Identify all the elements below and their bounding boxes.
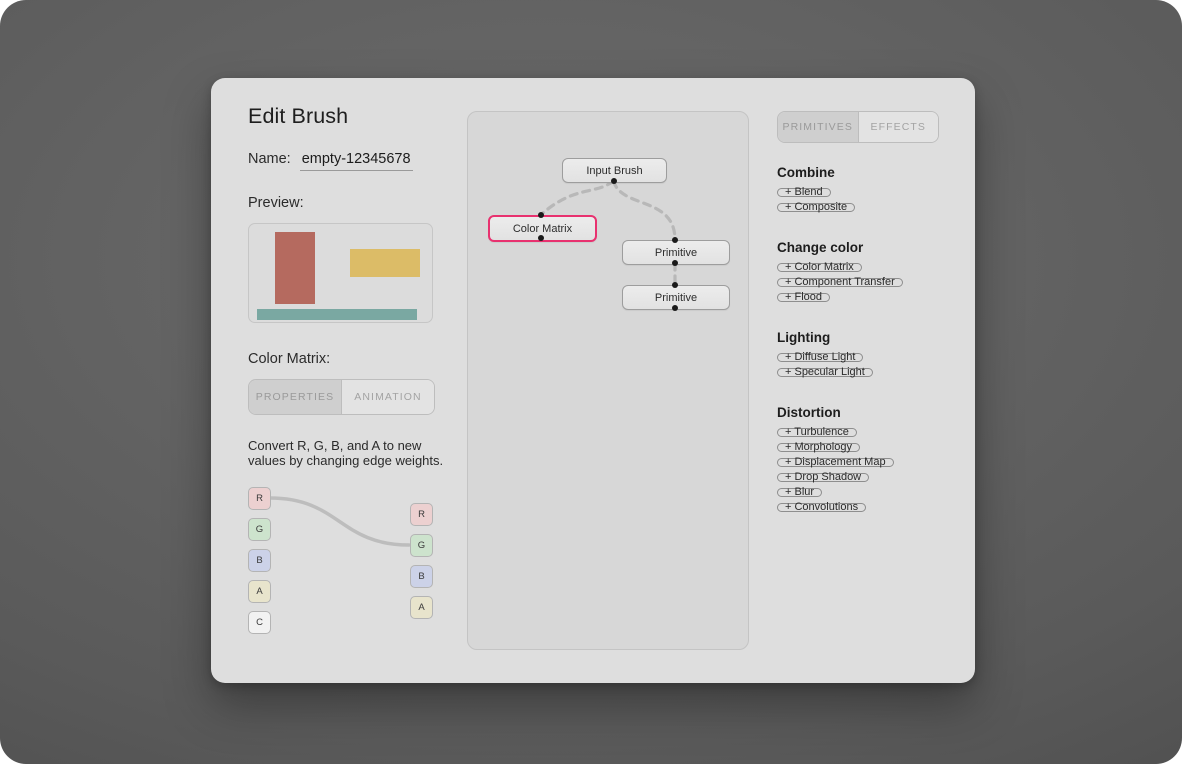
channel-input-r[interactable]: R <box>248 487 271 511</box>
add-primitive-color-matrix-button[interactable]: + Color Matrix <box>777 262 862 273</box>
page-title: Edit Brush <box>248 104 349 128</box>
add-primitive-composite-button[interactable]: + Composite <box>777 202 856 213</box>
add-primitive-diffuse-light-button[interactable]: + Diffuse Light <box>777 352 864 363</box>
tab-properties[interactable]: PROPERTIES <box>249 380 341 414</box>
name-label: Name: <box>248 151 291 167</box>
add-primitive-blend-button[interactable]: + Blend <box>777 187 831 198</box>
library-tabs: PRIMITIVES EFFECTS <box>777 111 939 143</box>
add-primitive-component-transfer-button[interactable]: + Component Transfer <box>777 277 903 288</box>
channel-input-b[interactable]: B <box>248 549 271 573</box>
library-item-row: + Flood <box>777 292 945 308</box>
channel-weight-graph[interactable]: RGBACRGBA <box>248 484 448 639</box>
library-item-row: + Convolutions <box>777 502 945 518</box>
add-primitive-displacement-map-button[interactable]: + Displacement Map <box>777 457 894 468</box>
channel-output-g[interactable]: G <box>410 534 433 558</box>
left-panel: Edit Brush Name: empty-12345678 Preview:… <box>248 104 448 639</box>
edit-brush-dialog: Edit Brush Name: empty-12345678 Preview:… <box>211 78 975 683</box>
tab-animation[interactable]: ANIMATION <box>341 380 434 414</box>
library-item-row: + Composite <box>777 202 945 218</box>
port-color-matrix-out[interactable] <box>537 235 544 241</box>
add-primitive-specular-light-button[interactable]: + Specular Light <box>777 367 873 378</box>
preview-swatch-yellow <box>350 249 420 277</box>
port-primitive-1-out[interactable] <box>672 260 678 266</box>
port-primitive-2-out[interactable] <box>672 305 678 311</box>
tab-primitives[interactable]: PRIMITIVES <box>778 112 858 142</box>
help-text: Convert R, G, B, and A to new values by … <box>248 438 444 468</box>
library-group-title-distortion: Distortion <box>777 405 841 420</box>
preview-label: Preview: <box>248 195 304 211</box>
channel-output-r[interactable]: R <box>410 503 433 527</box>
library-group-title-change-color: Change color <box>777 240 864 255</box>
filter-graph-canvas[interactable]: Input Brush Color Matrix Primitive Primitiv… <box>467 111 749 650</box>
color-matrix-label: Color Matrix: <box>248 351 331 367</box>
library-panel: PRIMITIVES EFFECTS Combine + Blend + Compo… <box>777 111 945 518</box>
graph-edge-layer <box>538 179 677 287</box>
graph-edge-input-to-color-matrix[interactable] <box>538 179 616 217</box>
add-primitive-turbulence-button[interactable]: + Turbulence <box>777 427 857 438</box>
channel-input-a[interactable]: A <box>248 580 271 604</box>
library-groups: Combine + Blend + Composite Change color + C… <box>777 165 945 518</box>
graph-edge-input-to-primitive-1[interactable] <box>611 179 677 242</box>
port-primitive-1-in[interactable] <box>672 237 678 243</box>
add-primitive-flood-button[interactable]: + Flood <box>777 292 830 303</box>
port-color-matrix-in[interactable] <box>537 212 544 218</box>
channel-input-c[interactable]: C <box>248 611 271 635</box>
app-background: Edit Brush Name: empty-12345678 Preview:… <box>0 0 1182 764</box>
add-primitive-drop-shadow-button[interactable]: + Drop Shadow <box>777 472 870 483</box>
preview-swatch-teal <box>257 309 417 320</box>
port-primitive-2-in[interactable] <box>672 282 678 288</box>
brush-preview[interactable] <box>248 223 433 323</box>
channel-edge-r-g[interactable] <box>268 496 411 548</box>
name-row: Name: empty-12345678 <box>248 151 448 171</box>
channel-output-b[interactable]: B <box>410 565 433 589</box>
channel-output-a[interactable]: A <box>410 596 433 620</box>
tab-effects[interactable]: EFFECTS <box>857 112 938 142</box>
library-group-title-combine: Combine <box>777 165 835 180</box>
add-primitive-blur-button[interactable]: + Blur <box>777 487 823 498</box>
preview-swatch-red <box>275 232 315 304</box>
port-input-brush-out[interactable] <box>610 178 617 184</box>
add-primitive-convolutions-button[interactable]: + Convolutions <box>777 502 867 513</box>
color-matrix-tabs: PROPERTIES ANIMATION <box>248 379 435 415</box>
library-item-row: + Specular Light <box>777 367 945 383</box>
channel-input-g[interactable]: G <box>248 518 271 542</box>
library-group-title-lighting: Lighting <box>777 330 831 345</box>
add-primitive-morphology-button[interactable]: + Morphology <box>777 442 860 453</box>
brush-name-input[interactable]: empty-12345678 <box>299 151 413 171</box>
